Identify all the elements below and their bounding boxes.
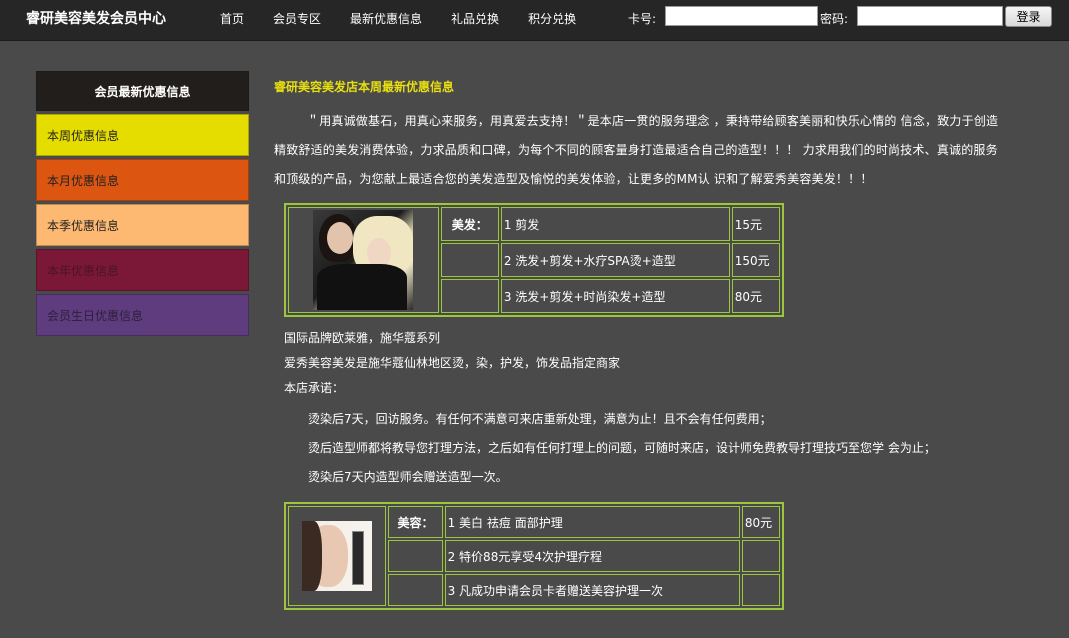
card-number-input[interactable] (665, 6, 818, 26)
beauty-price (741, 574, 780, 606)
login-button[interactable]: 登录 (1005, 6, 1052, 27)
intro-paragraph: ＂用真诚做基石，用真心来服务，用真爱去支持！＂是本店一贯的服务理念 ，秉持带给顾… (274, 114, 999, 186)
promise-list: 烫染后7天，回访服务。有任何不满意可来店重新处理，满意为止！且不会有任何费用； … (308, 405, 936, 492)
beauty-price: 80元 (741, 506, 780, 538)
promise-item: 烫染后7天，回访服务。有任何不满意可来店重新处理，满意为止！且不会有任何费用； (308, 412, 772, 426)
card-number-label: 卡号: (628, 12, 657, 26)
password-input[interactable] (857, 6, 1003, 26)
hair-item: 2 洗发+剪发+水疗SPA烫+造型 (500, 243, 730, 277)
promise-heading: 本店承诺： (284, 381, 345, 395)
sidebar-item-season-offers[interactable]: 本季优惠信息 (36, 204, 249, 246)
sidebar: 会员最新优惠信息 本周优惠信息 本月优惠信息 本季优惠信息 本年优惠信息 会员生… (36, 71, 249, 336)
empty-cell (388, 574, 443, 606)
hair-photo-cell (288, 207, 439, 313)
password-label: 密码: (820, 12, 849, 26)
beauty-item: 3 凡成功申请会员卡者赠送美容护理一次 (444, 574, 740, 606)
nav-points-exchange[interactable]: 积分兑换 (528, 10, 576, 27)
hair-item: 3 洗发+剪发+时尚染发+造型 (500, 279, 730, 313)
empty-cell (388, 540, 443, 572)
brand-note: 爱秀美容美发是施华蔻仙林地区烫，染，护发，饰发品指定商家 (284, 356, 621, 370)
hair-price-table: 美发： 1 剪发 15元 2 洗发+剪发+水疗SPA烫+造型 150元 3 洗发… (284, 203, 784, 317)
nav-gift-exchange[interactable]: 礼品兑换 (451, 10, 499, 27)
beauty-price (741, 540, 780, 572)
sidebar-item-yearly-offers[interactable]: 本年优惠信息 (36, 249, 249, 291)
hair-price: 80元 (731, 279, 780, 313)
table-row: 美容： 1 美白 祛痘 面部护理 80元 (288, 506, 780, 606)
beauty-photo-cell (288, 506, 387, 606)
beauty-label: 美容： (388, 506, 443, 538)
sidebar-item-birthday-offers[interactable]: 会员生日优惠信息 (36, 294, 249, 336)
beauty-item: 1 美白 祛痘 面部护理 (444, 506, 740, 538)
hair-price: 150元 (731, 243, 780, 277)
nav-member-zone[interactable]: 会员专区 (273, 10, 321, 27)
promise-item: 烫染后7天内造型师会赠送造型一次。 (308, 470, 508, 484)
hair-label: 美发： (440, 207, 499, 241)
hair-price: 15元 (731, 207, 780, 241)
nav-latest-offers[interactable]: 最新优惠信息 (350, 10, 422, 27)
brand-note: 国际品牌欧莱雅，施华蔻系列 (284, 331, 441, 345)
top-bar: 睿研美容美发会员中心 首页 会员专区 最新优惠信息 礼品兑换 积分兑换 卡号: … (0, 0, 1069, 41)
beauty-price-table: 美容： 1 美白 祛痘 面部护理 80元 2 特价88元享受4次护理疗程 3 凡… (284, 502, 784, 610)
nav-home[interactable]: 首页 (220, 10, 244, 27)
main-nav: 首页 会员专区 最新优惠信息 礼品兑换 积分兑换 (220, 10, 605, 27)
site-title: 睿研美容美发会员中心 (26, 11, 166, 27)
table-row: 美发： 1 剪发 15元 (288, 207, 780, 313)
sidebar-item-monthly-offers[interactable]: 本月优惠信息 (36, 159, 249, 201)
main-content: 睿研美容美发店本周最新优惠信息 ＂用真诚做基石，用真心来服务，用真爱去支持！＂是… (274, 78, 1014, 194)
sidebar-header: 会员最新优惠信息 (36, 71, 249, 111)
hair-models-photo (313, 210, 414, 310)
empty-cell (440, 279, 499, 313)
brand-notes: 国际品牌欧莱雅，施华蔻系列 爱秀美容美发是施华蔻仙林地区烫，染，护发，饰发品指定… (284, 326, 620, 401)
beauty-item: 2 特价88元享受4次护理疗程 (444, 540, 740, 572)
hair-item: 1 剪发 (500, 207, 730, 241)
empty-cell (440, 243, 499, 277)
page-title: 睿研美容美发店本周最新优惠信息 (274, 80, 455, 94)
sidebar-item-weekly-offers[interactable]: 本周优惠信息 (36, 114, 249, 156)
promise-item: 烫后造型师都将教导您打理方法，之后如有任何打理上的问题，可随时来店，设计师免费教… (308, 441, 936, 455)
beauty-model-photo (302, 521, 373, 591)
